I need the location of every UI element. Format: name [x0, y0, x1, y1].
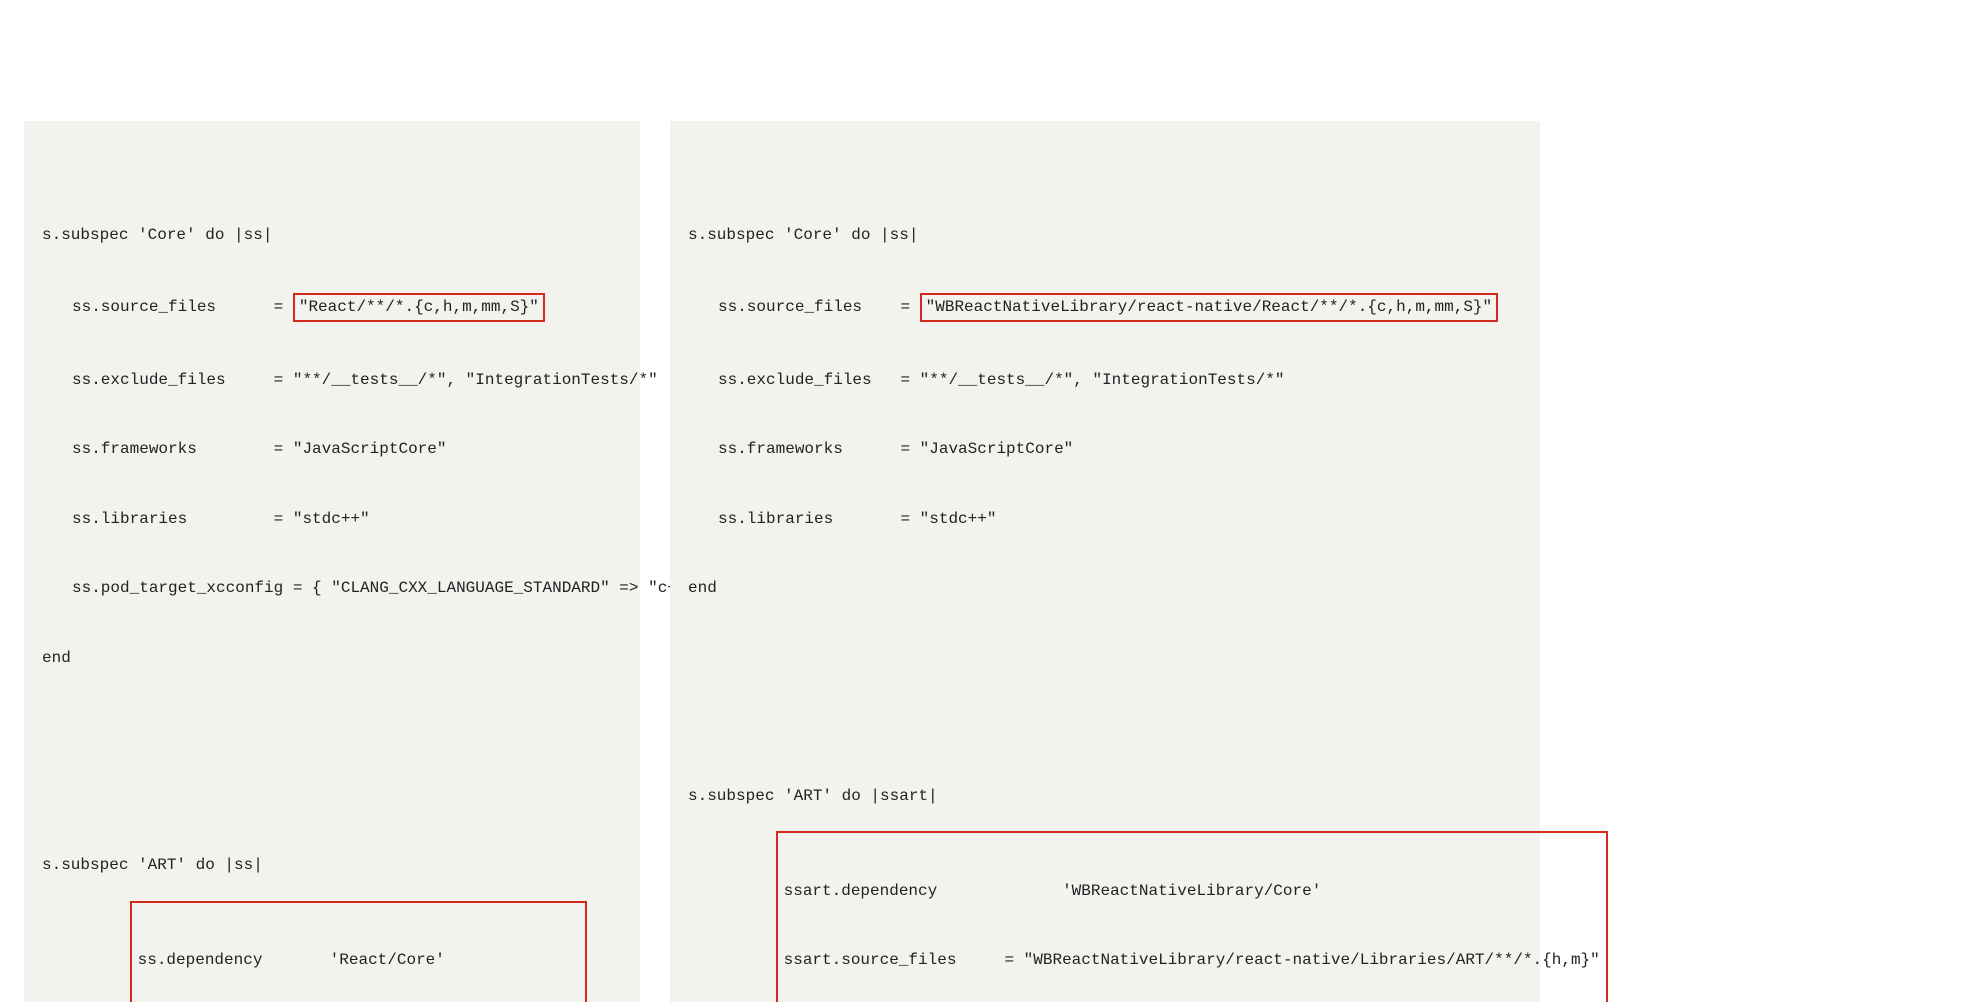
key-exclude-files: ss.exclude_files	[72, 369, 226, 392]
val: "stdc++"	[920, 510, 997, 528]
key-libraries: ss.libraries	[718, 508, 833, 531]
code-line: s.subspec 'Core' do |ss|	[42, 224, 626, 247]
eq: =	[274, 438, 293, 461]
key-exclude-files: ss.exclude_files	[718, 369, 872, 392]
pad	[937, 882, 1062, 900]
highlight-group: ss.dependency 'React/Core' ss.source_fil…	[130, 901, 588, 1002]
key-source-files: ss.source_files	[72, 296, 216, 319]
eq: =	[283, 577, 312, 600]
highlight-group: ssart.dependency 'WBReactNativeLibrary/C…	[776, 831, 1608, 1002]
pad	[956, 951, 1004, 969]
right-art-block: s.subspec 'ART' do |ssart| ssart.depende…	[688, 738, 1526, 1002]
val: "stdc++"	[293, 510, 370, 528]
left-art-block: s.subspec 'ART' do |ss| ss.dependency 'R…	[42, 808, 626, 1002]
highlight: "React/**/*.{c,h,m,mm,S}"	[293, 293, 545, 322]
val: "**/__tests__/*", "IntegrationTests/*"	[920, 371, 1285, 389]
code-line: ss.source_files = "React/**/*.{c,h,m,mm,…	[42, 293, 626, 322]
key-source-files: ss.source_files	[718, 296, 862, 319]
code-line: end	[688, 577, 1526, 600]
code-diff-columns: s.subspec 'Core' do |ss| ss.source_files…	[24, 121, 1942, 1002]
pad	[187, 510, 273, 528]
pad	[216, 298, 274, 316]
val: "**/__tests__/*", "IntegrationTests/*"	[293, 371, 658, 389]
right-column: s.subspec 'Core' do |ss| ss.source_files…	[670, 121, 1540, 1002]
val: "JavaScriptCore"	[293, 440, 447, 458]
left-core-block: s.subspec 'Core' do |ss| ss.source_files…	[42, 177, 626, 716]
eq: =	[900, 296, 919, 319]
code-line: s.subspec 'Core' do |ss|	[688, 224, 1526, 247]
eq: =	[900, 508, 919, 531]
code-line: s.subspec 'ART' do |ss|	[42, 854, 626, 877]
key-dependency: ssart.dependency	[784, 880, 938, 903]
code-line: ss.source_files = "WBReactNativeLibrary/…	[688, 293, 1526, 322]
key-source-files: ssart.source_files	[784, 949, 957, 972]
val: 'WBReactNativeLibrary/Core'	[1062, 882, 1321, 900]
pad	[872, 371, 901, 389]
eq: =	[900, 438, 919, 461]
code-line: ssart.source_files = "WBReactNativeLibra…	[784, 949, 1600, 972]
eq: =	[1004, 949, 1023, 972]
eq: =	[274, 296, 293, 319]
key-libraries: ss.libraries	[72, 508, 187, 531]
right-core-block: s.subspec 'Core' do |ss| ss.source_files…	[688, 177, 1526, 647]
eq: =	[900, 369, 919, 392]
key-dependency: ss.dependency	[138, 949, 263, 972]
pad	[197, 440, 274, 458]
code-line: ss.dependency 'React/Core'	[138, 949, 580, 972]
code-line: ss.libraries = "stdc++"	[688, 508, 1526, 531]
key-frameworks: ss.frameworks	[718, 438, 843, 461]
highlight: "WBReactNativeLibrary/react-native/React…	[920, 293, 1499, 322]
eq: =	[274, 369, 293, 392]
pad	[833, 510, 900, 528]
pad	[262, 951, 329, 969]
val: "WBReactNativeLibrary/react-native/Libra…	[1024, 951, 1600, 969]
code-line: ss.pod_target_xcconfig = { "CLANG_CXX_LA…	[42, 577, 626, 600]
code-line: end	[42, 647, 626, 670]
code-line: ss.exclude_files = "**/__tests__/*", "In…	[42, 369, 626, 392]
code-line: ss.libraries = "stdc++"	[42, 508, 626, 531]
code-line: s.subspec 'ART' do |ssart|	[688, 785, 1526, 808]
val: 'React/Core'	[330, 951, 445, 969]
code-line: ss.frameworks = "JavaScriptCore"	[42, 438, 626, 461]
key-frameworks: ss.frameworks	[72, 438, 197, 461]
key-pod-target: ss.pod_target_xcconfig	[72, 577, 283, 600]
val: "JavaScriptCore"	[920, 440, 1074, 458]
pad	[862, 298, 900, 316]
code-line: ss.frameworks = "JavaScriptCore"	[688, 438, 1526, 461]
left-column: s.subspec 'Core' do |ss| ss.source_files…	[24, 121, 640, 1002]
eq: =	[274, 508, 293, 531]
pad	[843, 440, 901, 458]
code-line: ssart.dependency 'WBReactNativeLibrary/C…	[784, 880, 1600, 903]
pad	[226, 371, 274, 389]
code-line: ss.exclude_files = "**/__tests__/*", "In…	[688, 369, 1526, 392]
